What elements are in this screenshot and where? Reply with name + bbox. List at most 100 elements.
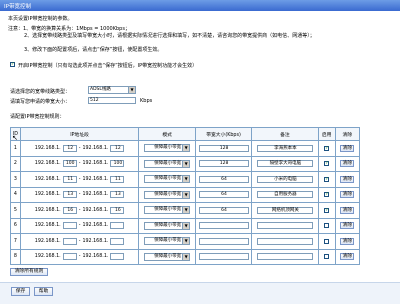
save-button[interactable]: 保存 bbox=[11, 287, 30, 296]
ip-start-input[interactable]: 13 bbox=[62, 191, 77, 199]
mode-select[interactable]: 保障最小带宽 ▼ bbox=[144, 190, 191, 199]
delete-cell: 清除 bbox=[334, 155, 361, 172]
row-delete-button[interactable]: 清除 bbox=[340, 253, 355, 261]
row-delete-button[interactable]: 清除 bbox=[340, 175, 355, 183]
mode-value: 保障最小带宽 bbox=[154, 160, 182, 166]
bandwidth-cell bbox=[194, 217, 253, 234]
footer-bar bbox=[0, 282, 400, 304]
row-delete-button[interactable]: 清除 bbox=[340, 206, 355, 214]
row-enable-checkbox[interactable]: ✓ bbox=[324, 145, 330, 151]
ip-start-input[interactable] bbox=[62, 237, 77, 245]
ip-end-input[interactable]: 12 bbox=[110, 144, 125, 152]
ip-end-input[interactable] bbox=[110, 237, 125, 245]
bandwidth-rule-input[interactable]: 128 bbox=[198, 160, 249, 168]
ip-range-cell: 192.168.1. -192.168.1. bbox=[19, 217, 140, 234]
ip-end-input[interactable]: 100 bbox=[110, 160, 125, 168]
note-input[interactable] bbox=[256, 222, 313, 230]
row-id: 2 bbox=[10, 155, 21, 172]
row-delete-button[interactable]: 清除 bbox=[340, 144, 355, 152]
note-input[interactable] bbox=[256, 237, 313, 245]
note-input[interactable]: 小米的电脑 bbox=[256, 175, 313, 183]
row-enable-checkbox[interactable]: ✓ bbox=[324, 176, 330, 182]
ip-start-input[interactable]: 16 bbox=[62, 206, 77, 214]
ip-end-input[interactable] bbox=[110, 253, 125, 261]
note-cell bbox=[251, 217, 319, 234]
ip-end-input[interactable] bbox=[110, 222, 125, 230]
mode-value: 保障最小带宽 bbox=[154, 191, 182, 197]
mode-cell: 保障最小带宽 ▼ bbox=[138, 186, 196, 203]
col-enabled: 启用 bbox=[317, 127, 336, 141]
row-delete-button[interactable]: 清除 bbox=[340, 237, 355, 245]
bandwidth-rule-input[interactable] bbox=[198, 237, 249, 245]
row-enable-checkbox[interactable]: ✓ bbox=[324, 192, 330, 198]
bandwidth-rule-input[interactable] bbox=[198, 222, 249, 230]
mode-select[interactable]: 保障最小带宽 ▼ bbox=[144, 175, 191, 184]
row-delete-button[interactable]: 清除 bbox=[340, 222, 355, 230]
table-row: 8 192.168.1. -192.168.1. 保障最小带宽 ▼ 清除 bbox=[10, 248, 361, 265]
ip-start-input[interactable]: 100 bbox=[62, 160, 77, 168]
ip-prefix: 192.168.1. bbox=[34, 207, 61, 213]
ip-dash: - bbox=[78, 207, 81, 213]
row-enable-checkbox[interactable]: ✓ bbox=[324, 207, 330, 213]
ip-range-cell: 192.168.1. -192.168.1. bbox=[19, 233, 140, 250]
ip-dash: - bbox=[78, 176, 81, 182]
mode-value: 保障最小带宽 bbox=[154, 207, 182, 213]
ip-end-input[interactable]: 16 bbox=[110, 206, 125, 214]
note-input[interactable]: 网络机顶网关 bbox=[256, 206, 313, 214]
ip-end-input[interactable]: 13 bbox=[110, 191, 125, 199]
help-button[interactable]: 帮助 bbox=[34, 287, 53, 296]
mode-select[interactable]: 保障最小带宽 ▼ bbox=[144, 206, 191, 215]
row-enable-checkbox[interactable] bbox=[324, 254, 330, 260]
note-input[interactable] bbox=[256, 253, 313, 261]
ip-dash: - bbox=[78, 192, 81, 198]
mode-select[interactable]: 保障最小带宽 ▼ bbox=[144, 252, 191, 261]
row-enable-checkbox[interactable]: ✓ bbox=[324, 161, 330, 167]
ip-end-input[interactable]: 11 bbox=[110, 175, 125, 183]
row-enable-checkbox[interactable] bbox=[324, 238, 330, 244]
note-input[interactable]: 自用服务器 bbox=[256, 191, 313, 199]
mode-select[interactable]: 保障最小带宽 ▼ bbox=[144, 159, 191, 168]
ip-dash: - bbox=[78, 254, 81, 260]
ip-prefix: 192.168.1. bbox=[34, 223, 61, 229]
note-input[interactable]: 李海燕本本 bbox=[256, 144, 313, 152]
row-enable-checkbox[interactable] bbox=[324, 223, 330, 229]
mode-select[interactable]: 保障最小带宽 ▼ bbox=[144, 144, 191, 153]
ip-range-cell: 192.168.1. 100-192.168.1. 100 bbox=[19, 155, 140, 172]
bandwidth-rule-input[interactable]: 64 bbox=[198, 175, 249, 183]
table-row: 4 192.168.1. 13-192.168.1. 13 保障最小带宽 ▼ 64 自用服务器… bbox=[10, 186, 361, 203]
enable-checkbox[interactable]: ✓ bbox=[10, 62, 15, 67]
bandwidth-rule-input[interactable] bbox=[198, 253, 249, 261]
row-delete-button[interactable]: 清除 bbox=[340, 160, 355, 168]
row-id: 4 bbox=[10, 186, 21, 203]
ip-prefix: 192.168.1. bbox=[82, 161, 109, 167]
chevron-down-icon: ▼ bbox=[128, 87, 135, 93]
ip-start-input[interactable]: 11 bbox=[62, 175, 77, 183]
ip-start-input[interactable] bbox=[62, 222, 77, 230]
bandwidth-cell: 64 bbox=[194, 171, 253, 188]
enabled-cell: ✓ bbox=[317, 171, 336, 188]
mode-select[interactable]: 保障最小带宽 ▼ bbox=[144, 237, 191, 246]
ip-start-input[interactable]: 12 bbox=[62, 144, 77, 152]
bandwidth-rule-input[interactable]: 64 bbox=[198, 191, 249, 199]
line-type-select[interactable]: ADSL线路 ▼ bbox=[88, 86, 136, 94]
bandwidth-input[interactable]: 512 bbox=[88, 97, 136, 104]
ip-prefix: 192.168.1. bbox=[82, 254, 109, 260]
enabled-cell bbox=[317, 248, 336, 265]
ip-start-input[interactable] bbox=[62, 253, 77, 261]
enabled-cell bbox=[317, 217, 336, 234]
table-row: 6 192.168.1. -192.168.1. 保障最小带宽 ▼ 清除 bbox=[10, 217, 361, 234]
ip-prefix: 192.168.1. bbox=[82, 192, 109, 198]
ip-prefix: 192.168.1. bbox=[34, 145, 61, 151]
rules-caption: 请配置IP带宽控制规则： bbox=[10, 114, 65, 120]
row-delete-button[interactable]: 清除 bbox=[340, 191, 355, 199]
table-row: 2 192.168.1. 100-192.168.1. 100 保障最小带宽 ▼ 128 隔壁… bbox=[10, 155, 361, 172]
row-id: 6 bbox=[10, 217, 21, 234]
mode-select[interactable]: 保障最小带宽 ▼ bbox=[144, 221, 191, 230]
note-input[interactable]: 隔壁李大哥电脑 bbox=[256, 160, 313, 168]
ip-prefix: 192.168.1. bbox=[34, 238, 61, 244]
clear-all-button[interactable]: 清除所有规则 bbox=[10, 268, 48, 276]
bandwidth-rule-input[interactable]: 64 bbox=[198, 206, 249, 214]
bandwidth-rule-input[interactable]: 128 bbox=[198, 144, 249, 152]
chevron-down-icon: ▼ bbox=[182, 238, 190, 245]
enabled-cell: ✓ bbox=[317, 202, 336, 219]
